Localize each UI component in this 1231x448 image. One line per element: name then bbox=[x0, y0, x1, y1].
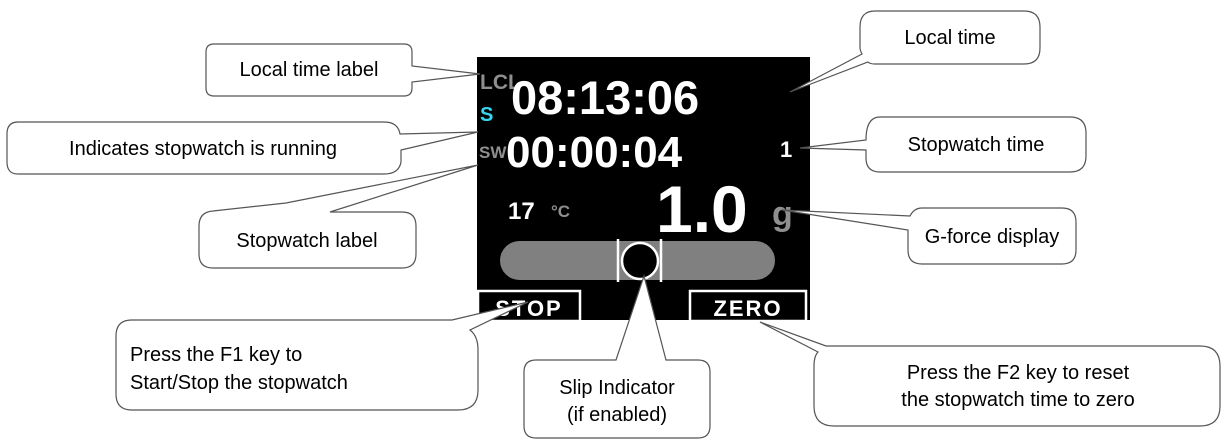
callout-local-time: Local time bbox=[789, 10, 1041, 93]
callout-local-time-text: Local time bbox=[904, 27, 995, 49]
f2-key-label: ZERO bbox=[713, 296, 782, 321]
g-force-value: 1.0 bbox=[656, 172, 748, 246]
callout-local-time-label-text: Local time label bbox=[240, 59, 379, 81]
g-force-unit: g bbox=[772, 195, 793, 233]
slip-indicator bbox=[500, 239, 775, 282]
callout-stopwatch-label: Stopwatch label bbox=[198, 164, 479, 269]
callout-stopwatch-label-text: Stopwatch label bbox=[236, 230, 377, 252]
stopwatch-time-value: 00:00:04 bbox=[506, 128, 683, 177]
callout-f2-key: Press the F2 key to reset the stopwatch … bbox=[759, 321, 1221, 427]
callout-f1-key-line-2: Start/Stop the stopwatch bbox=[130, 372, 348, 394]
callout-stopwatch-time: Stopwatch time bbox=[799, 116, 1087, 173]
callout-local-time-label: Local time label bbox=[205, 43, 481, 97]
callout-stopwatch-running: Indicates stopwatch is running bbox=[6, 121, 479, 175]
temperature-unit: °C bbox=[551, 202, 570, 221]
callout-stopwatch-running-text: Indicates stopwatch is running bbox=[69, 138, 337, 160]
callout-stopwatch-time-text: Stopwatch time bbox=[908, 134, 1045, 156]
callout-slip-indicator-line-2: (if enabled) bbox=[567, 404, 667, 426]
callout-f2-key-line-2: the stopwatch time to zero bbox=[901, 389, 1134, 411]
callout-f1-key: Press the F1 key to Start/Stop the stopw… bbox=[115, 301, 529, 411]
callout-f1-key-line-1: Press the F1 key to bbox=[130, 344, 302, 366]
callout-f2-key-line-1: Press the F2 key to reset bbox=[907, 362, 1130, 384]
slip-ball bbox=[620, 241, 660, 281]
callout-g-force-display: G-force display bbox=[781, 207, 1077, 265]
callout-g-force-display-text: G-force display bbox=[925, 226, 1060, 248]
f2-key-label-box[interactable]: ZERO bbox=[688, 289, 808, 323]
temperature-value: 17 bbox=[508, 198, 535, 225]
stopwatch-tenths-value: 1 bbox=[780, 137, 792, 162]
callout-slip-indicator-line-1: Slip Indicator bbox=[559, 377, 675, 399]
diagram-canvas: LCL 08:13:06 S SW 00:00:04 1 17 °C 1.0 g… bbox=[6, 10, 1221, 439]
stopwatch-running-indicator: S bbox=[480, 104, 493, 126]
stopwatch-label: SW bbox=[479, 143, 507, 162]
local-time-value: 08:13:06 bbox=[511, 71, 699, 124]
